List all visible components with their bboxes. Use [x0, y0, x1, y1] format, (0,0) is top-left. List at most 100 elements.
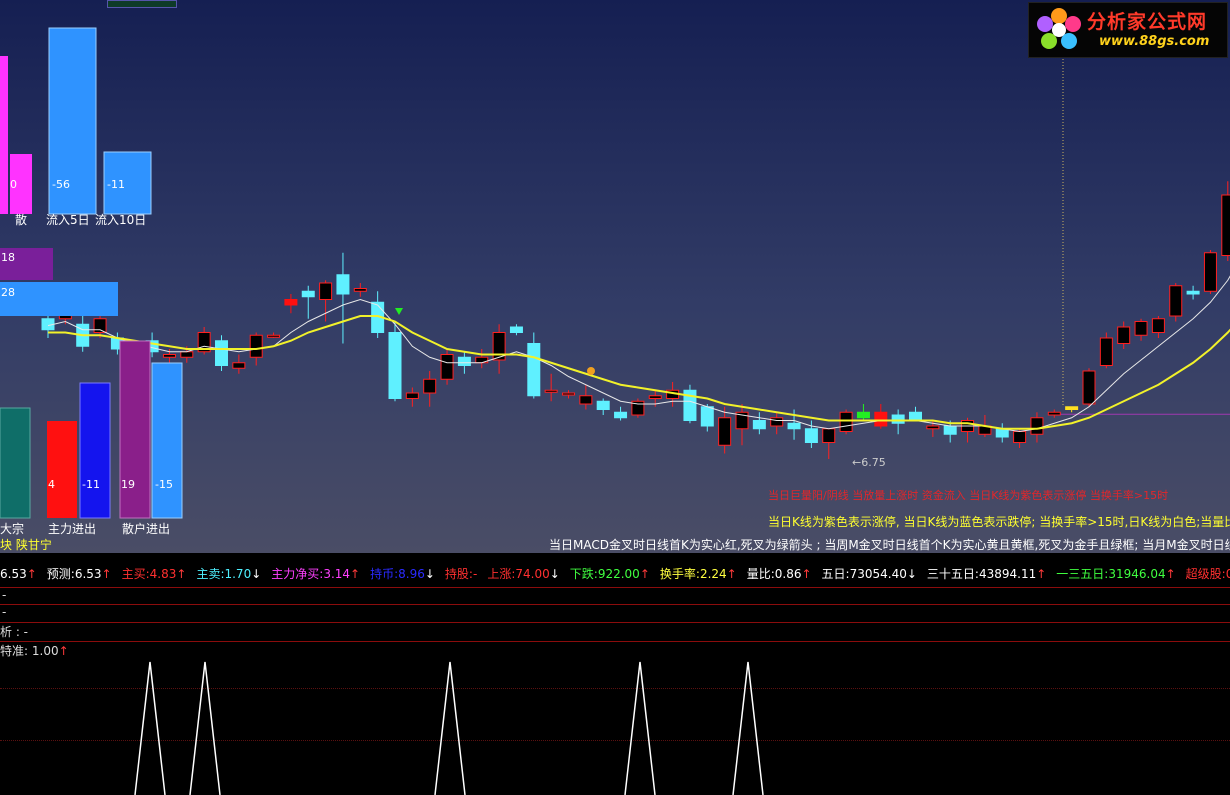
candle-body — [267, 334, 281, 338]
candle-body — [839, 411, 853, 432]
candle-body — [770, 417, 784, 427]
signal-spike — [189, 661, 221, 795]
status-item: 下跌:922.00↑ — [570, 567, 650, 581]
status-label: 量比: — [746, 567, 775, 581]
status-row-3: - — [2, 605, 7, 619]
status-label: 主买: — [121, 567, 150, 581]
candle-body — [1082, 370, 1096, 405]
main-chart-panel[interactable]: 0 -56 -11 散 流入5日 流入10日 18 28 4 -11 19 -1… — [0, 0, 1230, 553]
fund-bar-main-top — [0, 56, 8, 214]
bar-value-san: 0 — [10, 178, 17, 191]
status-value: 922.00 — [597, 567, 640, 581]
candle-body — [388, 332, 402, 399]
bar-value-10d: -11 — [107, 178, 125, 191]
hbar-value-1: 18 — [1, 251, 15, 264]
candle-body — [353, 288, 367, 292]
candle-body — [232, 362, 246, 369]
up-arrow-icon: ↑ — [1165, 567, 1176, 581]
site-logo: 分析家公式网 www.88gs.com — [1028, 2, 1228, 58]
top-indicator-strip — [107, 0, 177, 8]
status-label: 超级股: — [1185, 567, 1226, 581]
divider — [0, 604, 1230, 605]
bar-label-main: 主力进出 — [48, 522, 97, 536]
logo-url: www.88gs.com — [1099, 34, 1210, 49]
signal-spike — [732, 661, 764, 795]
status-value: 31946.04 — [1108, 567, 1166, 581]
candle-body — [215, 340, 228, 366]
info-line-1: 当日巨量阳/阴线 当放量上涨时 资金流入 当日K线为紫色表示涨停 当换手率>15… — [768, 489, 1169, 502]
candle-body — [336, 274, 350, 295]
up-arrow-icon: ↑ — [726, 567, 737, 581]
bar-value-retail-out: -15 — [155, 478, 173, 491]
ma-fast-line — [47, 275, 1230, 433]
up-arrow-icon: ↑ — [176, 567, 187, 581]
candle-body — [995, 428, 1009, 438]
status-item: 预测:6.53↑ — [47, 567, 112, 581]
bar-label-san: 散 — [15, 213, 28, 227]
signal-spike — [134, 661, 166, 795]
hbar-value-2: 28 — [1, 286, 15, 299]
down-arrow-icon: ↓ — [424, 567, 435, 581]
flower-logo-icon — [1037, 8, 1081, 49]
up-arrow-icon: ↑ — [26, 567, 37, 581]
bar-value-main-in: 4 — [48, 478, 55, 491]
candle-body — [1047, 411, 1061, 416]
bar-label-5d: 流入5日 — [46, 213, 90, 227]
hbar-2 — [0, 282, 118, 316]
status-label: 预测: — [46, 567, 75, 581]
candle-body — [440, 354, 454, 380]
fund-bar-main-out — [79, 382, 111, 519]
candle-body — [596, 400, 610, 410]
status-item: 持股:- — [445, 567, 477, 581]
app-window: { "colors": {"rise":"#ff2a2a","fall":"#5… — [0, 0, 1230, 795]
up-arrow-icon: ↑ — [801, 567, 812, 581]
status-label: 一三五日: — [1056, 567, 1109, 581]
up-arrow-icon: ↑ — [101, 567, 112, 581]
sub-indicator-chart — [134, 661, 764, 795]
status-value: 1.70 — [224, 567, 252, 581]
status-label: 换手率: — [659, 567, 700, 581]
candle-body — [891, 414, 905, 424]
candle-body — [319, 282, 333, 300]
candle-body — [579, 395, 593, 405]
candle-body — [180, 351, 194, 358]
candle-body — [874, 411, 888, 427]
up-arrow-icon: ↑ — [639, 567, 650, 581]
sub-indicator-panel[interactable]: 特准: 1.00↑ — [0, 642, 1230, 795]
candle-body — [527, 343, 541, 397]
status-row-4: 析 : - — [0, 625, 29, 639]
status-value: 0.00 — [1225, 567, 1230, 581]
candle-body — [1186, 290, 1200, 295]
status-item: 五日:73054.40↓ — [822, 567, 917, 581]
status-value: 73054.40 — [849, 567, 907, 581]
candle-body — [1203, 252, 1217, 292]
status-value: 0.86 — [774, 567, 802, 581]
status-item: 持币:8.96↓ — [370, 567, 435, 581]
status-row-2: - — [2, 588, 7, 602]
candle-body — [1221, 194, 1230, 256]
status-label: 主卖: — [196, 567, 225, 581]
status-item: 换手率:2.24↑ — [660, 567, 737, 581]
status-value: - — [472, 567, 478, 581]
candle-body — [1099, 337, 1113, 366]
candle-body — [752, 420, 766, 430]
candle-body — [1117, 326, 1131, 344]
down-arrow-icon: ↓ — [251, 567, 262, 581]
candle-body — [1134, 321, 1148, 336]
fund-bar-block — [0, 407, 31, 519]
candle-body — [718, 417, 732, 446]
status-item: 超级股:0.00↑ — [1186, 567, 1230, 581]
candle-body — [648, 395, 662, 399]
status-item: 主卖:1.70↓ — [196, 567, 261, 581]
candlestick-chart[interactable] — [0, 0, 1230, 553]
candle-body — [457, 356, 471, 366]
bar-label-block: 大宗 — [0, 522, 25, 536]
status-value: 6.53 — [74, 567, 102, 581]
candle-body — [162, 354, 176, 358]
status-value: 8.96 — [398, 567, 425, 581]
status-item: 一三五日:31946.04↑ — [1056, 567, 1175, 581]
candle-body — [562, 392, 575, 396]
fund-bar-retail-out — [151, 362, 183, 519]
candle-body — [423, 378, 437, 394]
candle-body — [926, 425, 940, 430]
